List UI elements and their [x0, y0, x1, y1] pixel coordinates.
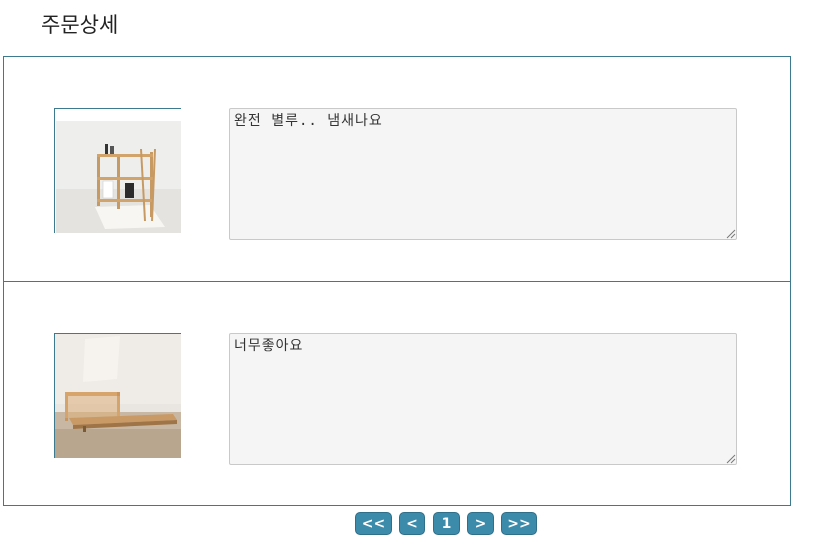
page-title: 주문상세 [41, 13, 119, 37]
review-textarea[interactable]: 너무좋아요 [229, 333, 737, 465]
last-page-button[interactable]: >> [501, 512, 537, 535]
first-page-button[interactable]: << [355, 512, 392, 535]
page-number-button[interactable]: 1 [433, 512, 460, 535]
order-list: 완전 별루.. 냄새나요 너무좋아요 [3, 56, 791, 506]
next-page-button[interactable]: > [467, 512, 494, 535]
shelf-product-image [55, 109, 181, 233]
bed-product-image [55, 334, 181, 458]
product-thumbnail[interactable] [54, 333, 181, 458]
order-detail-page: 주문상세 완전 별루.. 냄새나요 너무좋아요 << < 1 > >> [0, 0, 813, 555]
review-textarea[interactable]: 완전 별루.. 냄새나요 [229, 108, 737, 240]
order-item: 너무좋아요 [4, 281, 790, 505]
order-item: 완전 별루.. 냄새나요 [4, 57, 790, 281]
prev-page-button[interactable]: < [399, 512, 425, 535]
product-thumbnail[interactable] [54, 108, 181, 233]
